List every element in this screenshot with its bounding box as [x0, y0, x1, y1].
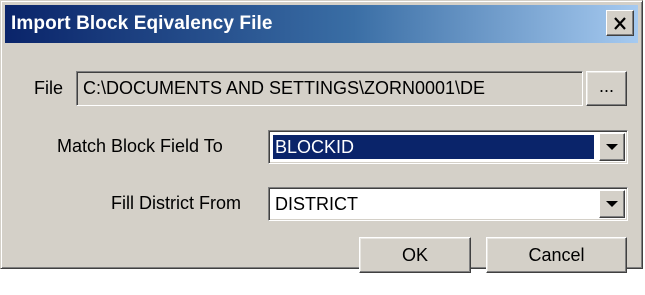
- match-block-dropdown-button[interactable]: [599, 133, 625, 161]
- import-dialog: Import Block Eqivalency File File C:\DOC…: [0, 0, 643, 273]
- file-path-value: C:\DOCUMENTS AND SETTINGS\ZORN0001\DE: [83, 78, 486, 98]
- chevron-down-icon: [606, 201, 618, 207]
- fill-district-select[interactable]: DISTRICT: [268, 187, 628, 221]
- dialog-title: Import Block Eqivalency File: [11, 13, 273, 34]
- close-icon: [614, 16, 626, 30]
- match-block-selected-value: BLOCKID: [272, 134, 595, 160]
- file-path-field[interactable]: C:\DOCUMENTS AND SETTINGS\ZORN0001\DE: [76, 71, 583, 106]
- match-block-label: Match Block Field To: [57, 136, 223, 156]
- title-bar[interactable]: Import Block Eqivalency File: [5, 5, 638, 43]
- fill-district-dropdown-button[interactable]: [599, 190, 625, 218]
- cancel-button[interactable]: Cancel: [486, 237, 627, 273]
- match-block-select[interactable]: BLOCKID: [268, 130, 628, 164]
- fill-district-label: Fill District From: [111, 193, 241, 213]
- close-button[interactable]: [606, 10, 634, 36]
- browse-button[interactable]: ...: [586, 71, 627, 106]
- ok-button[interactable]: OK: [359, 237, 471, 273]
- file-label: File: [34, 78, 64, 98]
- chevron-down-icon: [606, 144, 618, 150]
- fill-district-selected-value: DISTRICT: [275, 194, 358, 214]
